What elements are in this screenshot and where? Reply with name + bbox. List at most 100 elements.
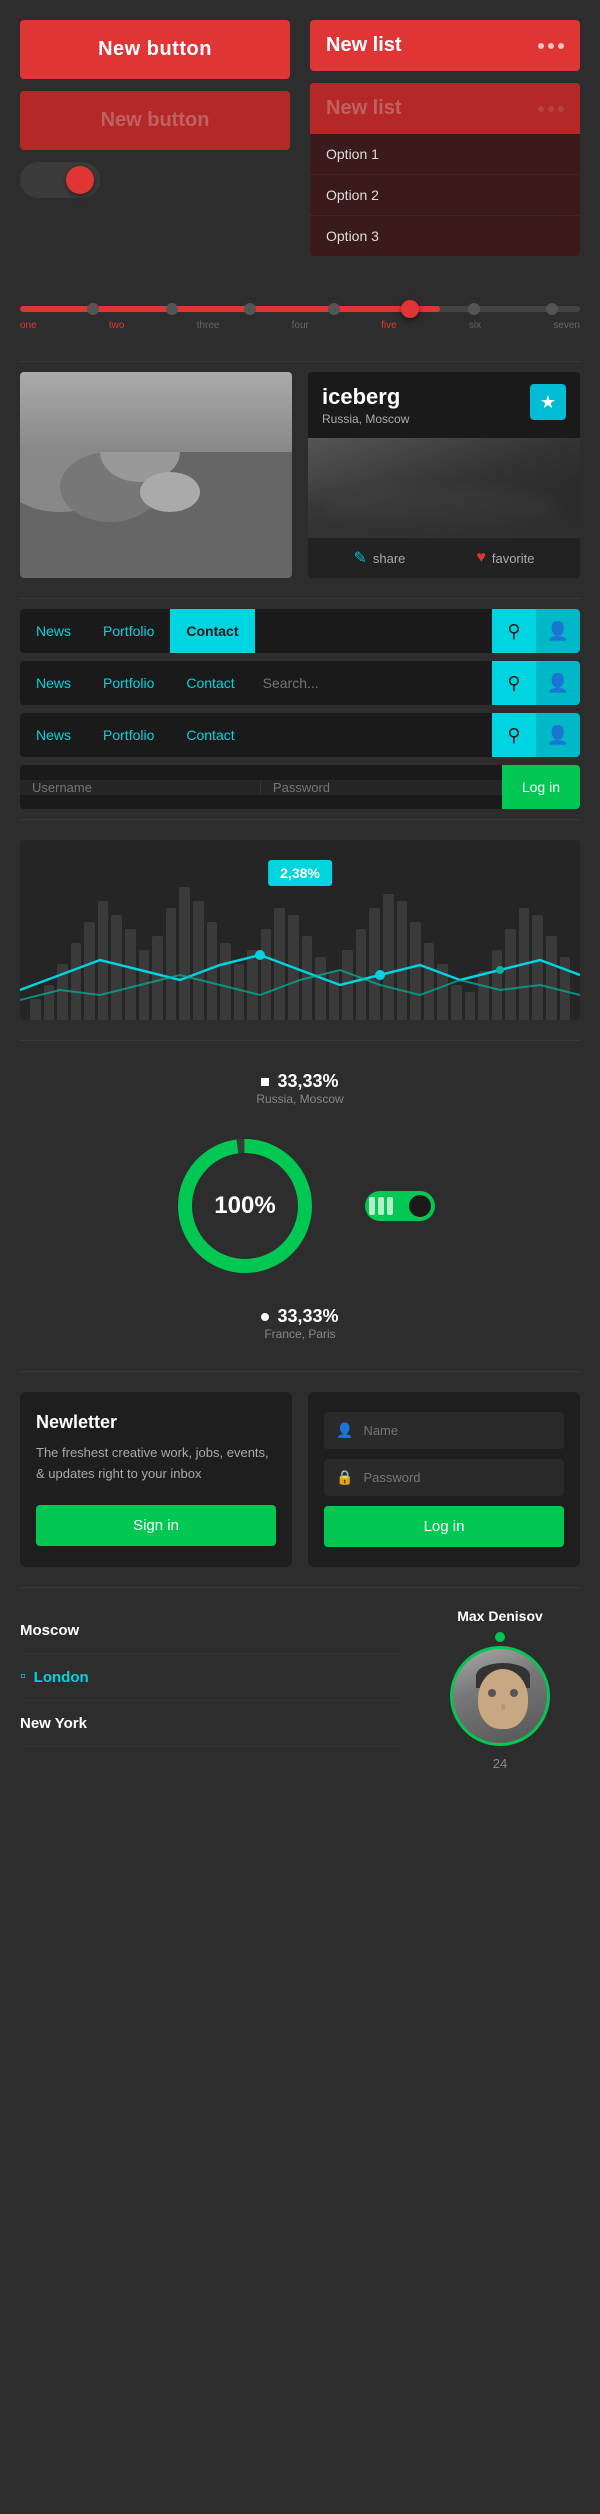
nav-portfolio-2[interactable]: Portfolio [87, 661, 170, 705]
eye-right [510, 1689, 518, 1697]
user-icon-btn-3[interactable]: 👤 [536, 713, 580, 757]
slider-knob-3[interactable] [244, 303, 256, 315]
list-dots-active [538, 43, 564, 49]
info-card-actions: ✎ share ♥ favorite [308, 538, 580, 578]
profile-name: Max Denisov [420, 1608, 580, 1624]
option1[interactable]: Option 1 [310, 134, 580, 175]
dot3 [558, 43, 564, 49]
search-icon-btn-2[interactable]: ⚲ [492, 661, 536, 705]
new-button-active[interactable]: New button [20, 20, 290, 79]
carousel-next[interactable]: › [283, 577, 290, 578]
option2[interactable]: Option 2 [310, 175, 580, 216]
smoke-overlay [308, 478, 580, 538]
name-input[interactable] [363, 1423, 552, 1438]
profile-card: Max Denisov 24 [420, 1608, 580, 1771]
nav-news-2[interactable]: News [20, 661, 87, 705]
profile-status-dot [495, 1632, 505, 1642]
list-dots-dark [538, 106, 564, 112]
toggle-group [365, 1191, 435, 1221]
user-icon-3: 👤 [547, 725, 569, 746]
avatar-face [478, 1669, 528, 1729]
top-stat: 33,33% Russia, Moscow [256, 1061, 343, 1106]
search-icon-btn-3[interactable]: ⚲ [492, 713, 536, 757]
nav-contact-1[interactable]: Contact [170, 609, 254, 653]
avatar-bg [453, 1649, 547, 1743]
label-three: three [197, 320, 220, 331]
share-btn[interactable]: ✎ share [353, 548, 405, 568]
london-label[interactable]: London [34, 1669, 89, 1686]
photo-carousel: ‹ › [20, 372, 292, 578]
list-options: Option 1 Option 2 Option 3 [310, 134, 580, 256]
dot-dark2 [548, 106, 554, 112]
search-icon-3: ⚲ [507, 725, 520, 746]
location-london[interactable]: ▫ London [20, 1654, 404, 1701]
nav-portfolio-3[interactable]: Portfolio [87, 713, 170, 757]
slider-knob-5[interactable] [468, 303, 480, 315]
toggle-knob [66, 166, 94, 194]
top-stat-row: 33,33% [256, 1071, 343, 1092]
wave-line-1 [20, 955, 580, 990]
tg-knob [409, 1195, 431, 1217]
login-bar: Log in [20, 765, 580, 809]
password-input[interactable] [261, 780, 502, 795]
slider-knob-active[interactable] [401, 300, 419, 318]
search-input[interactable] [263, 675, 480, 691]
password-input-card[interactable] [363, 1470, 552, 1485]
name-field: 👤 [324, 1412, 564, 1449]
navbar-1: News Portfolio Contact ⚲ 👤 [20, 609, 580, 653]
newsletter-title: Newletter [36, 1412, 276, 1433]
buttons-section: New button New button New list New list [0, 0, 600, 276]
bottom-stat-row: 33,33% [261, 1306, 338, 1327]
top-percent: 33,33% [277, 1071, 338, 1092]
toggle-switch[interactable] [20, 162, 100, 198]
carousel-prev[interactable]: ‹ [22, 577, 29, 578]
info-card-image [308, 438, 580, 538]
option3[interactable]: Option 3 [310, 216, 580, 256]
nav-news-1[interactable]: News [20, 609, 87, 653]
slider-knob-6[interactable] [546, 303, 558, 315]
newsletter-section: Newletter The freshest creative work, jo… [0, 1372, 600, 1587]
toggle-green[interactable] [365, 1191, 435, 1221]
newsletter-card: Newletter The freshest creative work, jo… [20, 1392, 292, 1567]
location-list: Moscow ▫ London New York [20, 1608, 404, 1747]
list-header-dark: New list [310, 83, 580, 134]
slider-knob-2[interactable] [166, 303, 178, 315]
info-card: iceberg Russia, Moscow ★ ✎ share ♥ favor… [308, 372, 580, 578]
user-icon-btn-1[interactable]: 👤 [536, 609, 580, 653]
label-six: six [469, 320, 481, 331]
list-widget-active: New list [310, 20, 580, 71]
user-icon-btn-2[interactable]: 👤 [536, 661, 580, 705]
star-badge[interactable]: ★ [530, 384, 566, 420]
heart-icon: ♥ [476, 549, 486, 567]
wave-dot-2 [375, 970, 385, 980]
slider-knob-1[interactable] [87, 303, 99, 315]
nav-contact-2[interactable]: Contact [170, 661, 250, 705]
chart-section: 2,38% [0, 820, 600, 1040]
link-icon: ▫ [20, 1668, 26, 1686]
card-section: ‹ › iceberg Russia, Moscow ★ [0, 362, 600, 598]
list-widget-dark: New list Option 1 Option 2 Option 3 [310, 83, 580, 256]
profile-avatar [450, 1646, 550, 1746]
new-button-inactive[interactable]: New button [20, 91, 290, 150]
nav-news-3[interactable]: News [20, 713, 87, 757]
nav-portfolio-1[interactable]: Portfolio [87, 609, 170, 653]
wave-dot-3 [496, 966, 504, 974]
signin-button[interactable]: Sign in [36, 1505, 276, 1546]
favorite-btn[interactable]: ♥ favorite [476, 548, 534, 568]
slider-track[interactable] [20, 306, 580, 312]
list-title-dark: New list [326, 97, 402, 120]
share-label: share [373, 551, 406, 566]
slider-knob-4[interactable] [328, 303, 340, 315]
username-input[interactable] [20, 780, 261, 795]
nav-section: News Portfolio Contact ⚲ 👤 News Portfoli… [0, 599, 600, 819]
login-card-button[interactable]: Log in [324, 1506, 564, 1547]
bottom-dot [261, 1313, 269, 1321]
bottom-stat: 33,33% France, Paris [261, 1306, 338, 1351]
search-icon-btn-1[interactable]: ⚲ [492, 609, 536, 653]
nav-contact-3[interactable]: Contact [170, 713, 250, 757]
chart-container: 2,38% [20, 840, 580, 1020]
navbar-2: News Portfolio Contact ⚲ 👤 [20, 661, 580, 705]
tg-bar2 [378, 1197, 384, 1215]
newsletter-text: The freshest creative work, jobs, events… [36, 1443, 276, 1485]
login-button[interactable]: Log in [502, 765, 580, 809]
